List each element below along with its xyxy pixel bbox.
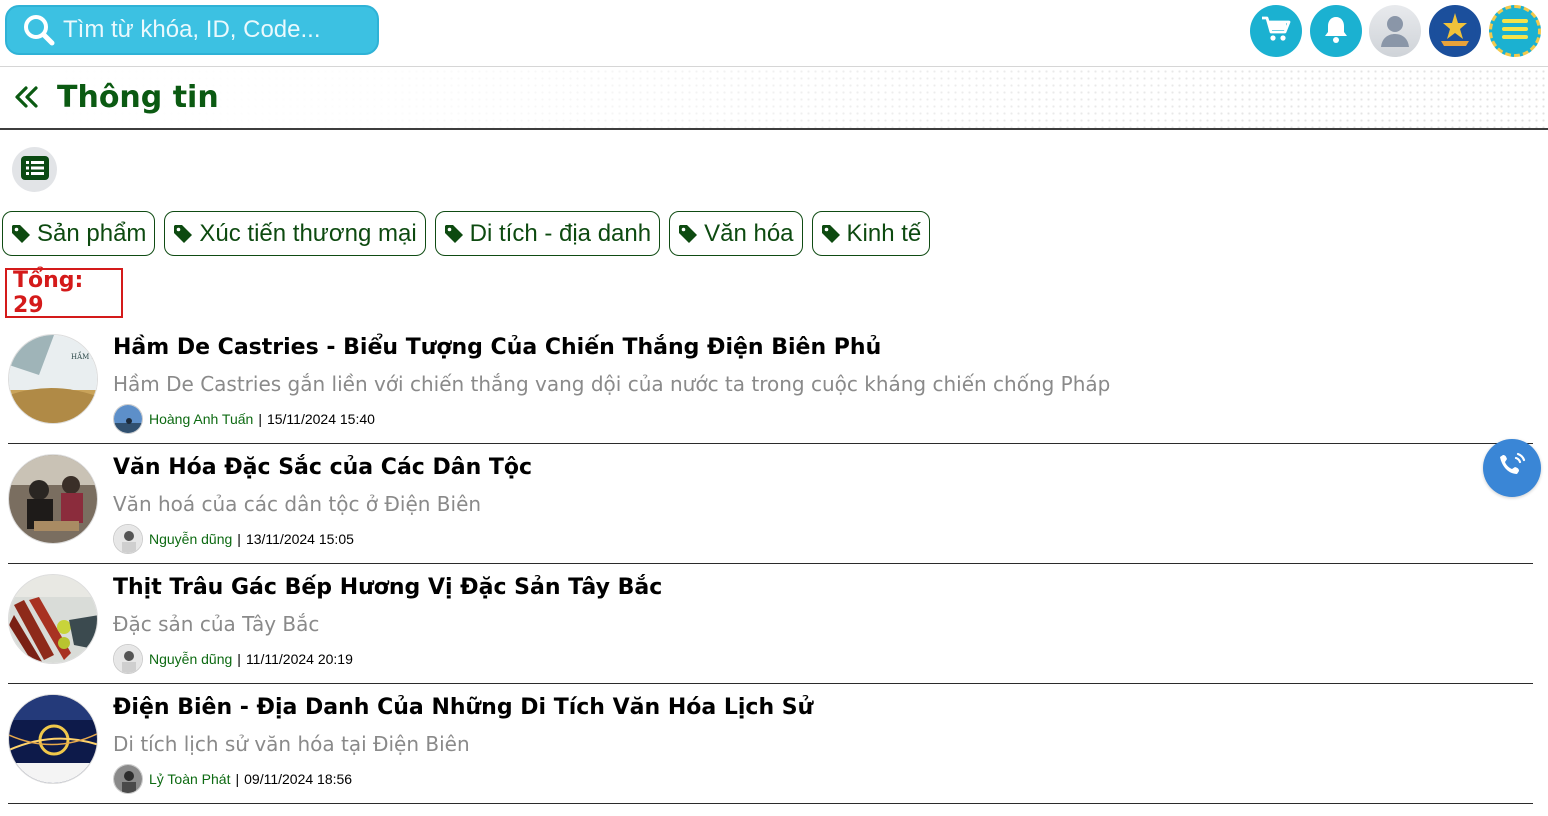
post-title[interactable]: Điện Biên - Địa Danh Của Những Di Tích V… [113, 695, 813, 720]
tag-label: Kinh tế [846, 219, 922, 247]
post-title[interactable]: Hầm De Castries - Biểu Tượng Của Chiến T… [113, 335, 881, 360]
tag-icon [173, 224, 193, 244]
meta-separator: | [258, 411, 262, 427]
total-count: Tổng: 29 [5, 268, 123, 318]
post-meta: Nguyễn dũng | 13/11/2024 15:05 [113, 524, 354, 554]
user-avatar-button[interactable] [1369, 5, 1421, 57]
author-name[interactable]: Lỷ Toàn Phát [149, 771, 230, 787]
post-description: Đặc sản của Tây Bắc [113, 612, 320, 636]
post-thumbnail[interactable]: HẦM DE CASTRIES [8, 334, 98, 424]
tag-icon [678, 224, 698, 244]
post-thumbnail[interactable] [8, 454, 98, 544]
post-item[interactable]: HẦM DE CASTRIES Hầm De Castries - Biểu T… [8, 324, 1533, 444]
post-meta: Lỷ Toàn Phát | 09/11/2024 18:56 [113, 764, 352, 794]
author-name[interactable]: Hoàng Anh Tuấn [149, 411, 253, 427]
tag-icon [11, 224, 31, 244]
cart-button[interactable] [1250, 5, 1302, 57]
post-description: Di tích lịch sử văn hóa tại Điện Biên [113, 732, 470, 756]
notification-button[interactable] [1310, 5, 1362, 57]
tag-icon [821, 224, 841, 244]
post-date: 15/11/2024 15:40 [266, 411, 375, 427]
tag-san-pham[interactable]: Sản phẩm [2, 211, 156, 256]
province-logo[interactable] [1429, 5, 1481, 57]
author-avatar [113, 764, 143, 794]
post-description: Văn hoá của các dân tộc ở Điện Biên [113, 492, 482, 516]
tag-icon [444, 224, 464, 244]
author-avatar [113, 524, 143, 554]
post-date: 13/11/2024 15:05 [245, 531, 354, 547]
phone-call-icon [1496, 450, 1528, 486]
meta-separator: | [237, 531, 241, 547]
user-avatar-icon [1375, 9, 1415, 53]
post-item[interactable]: Thịt Trâu Gác Bếp Hương Vị Đặc Sản Tây B… [8, 564, 1533, 684]
post-description: Hầm De Castries gắn liền với chiến thắng… [113, 372, 1111, 396]
post-title[interactable]: Văn Hóa Đặc Sắc của Các Dân Tộc [113, 455, 532, 480]
author-avatar [113, 404, 143, 434]
thumb-caption: HẦM DE CASTRIES [71, 351, 98, 361]
tag-label: Xúc tiến thương mại [199, 219, 417, 247]
back-button[interactable] [12, 82, 42, 112]
search-input[interactable] [63, 16, 363, 44]
post-thumbnail[interactable] [8, 694, 98, 784]
list-view-toggle[interactable] [12, 147, 57, 192]
page-title: Thông tin [57, 80, 219, 115]
category-tags: Sản phẩm Xúc tiến thương mại Di tích - đ… [2, 211, 931, 256]
post-date: 11/11/2024 20:19 [245, 651, 353, 667]
meta-separator: | [237, 651, 241, 667]
post-item[interactable]: Văn Hóa Đặc Sắc của Các Dân Tộc Văn hoá … [8, 444, 1533, 564]
post-item[interactable]: Điện Biên - Địa Danh Của Những Di Tích V… [8, 684, 1533, 804]
meta-separator: | [235, 771, 240, 787]
list-icon [20, 155, 49, 184]
post-title[interactable]: Thịt Trâu Gác Bếp Hương Vị Đặc Sản Tây B… [113, 575, 662, 600]
tag-xuc-tien-thuong-mai[interactable]: Xúc tiến thương mại [164, 211, 426, 256]
post-meta: Hoàng Anh Tuấn | 15/11/2024 15:40 [113, 404, 375, 434]
tag-label: Văn hóa [704, 219, 794, 247]
tag-label: Di tích - địa danh [469, 219, 652, 247]
bell-icon [1322, 14, 1350, 48]
author-name[interactable]: Nguyễn dũng [149, 531, 232, 547]
post-thumbnail[interactable] [8, 574, 98, 664]
tag-kinh-te[interactable]: Kinh tế [811, 211, 931, 256]
tag-label: Sản phẩm [37, 219, 147, 247]
author-name[interactable]: Nguyễn dũng [149, 651, 232, 667]
post-date: 09/11/2024 18:56 [244, 771, 353, 787]
search-bar[interactable] [5, 5, 379, 55]
author-avatar [113, 644, 143, 674]
cart-icon [1261, 15, 1291, 47]
post-meta: Nguyễn dũng | 11/11/2024 20:19 [113, 644, 353, 674]
hamburger-menu-icon [1502, 18, 1528, 44]
top-bar [0, 0, 1548, 67]
search-icon[interactable] [19, 10, 59, 50]
tag-di-tich-dia-danh[interactable]: Di tích - địa danh [434, 211, 661, 256]
tag-van-hoa[interactable]: Văn hóa [669, 211, 803, 256]
page-header: Thông tin [0, 68, 1548, 130]
call-button[interactable] [1483, 439, 1541, 497]
province-logo-icon [1433, 7, 1477, 55]
double-chevron-left-icon [15, 86, 38, 108]
menu-button[interactable] [1489, 5, 1541, 57]
